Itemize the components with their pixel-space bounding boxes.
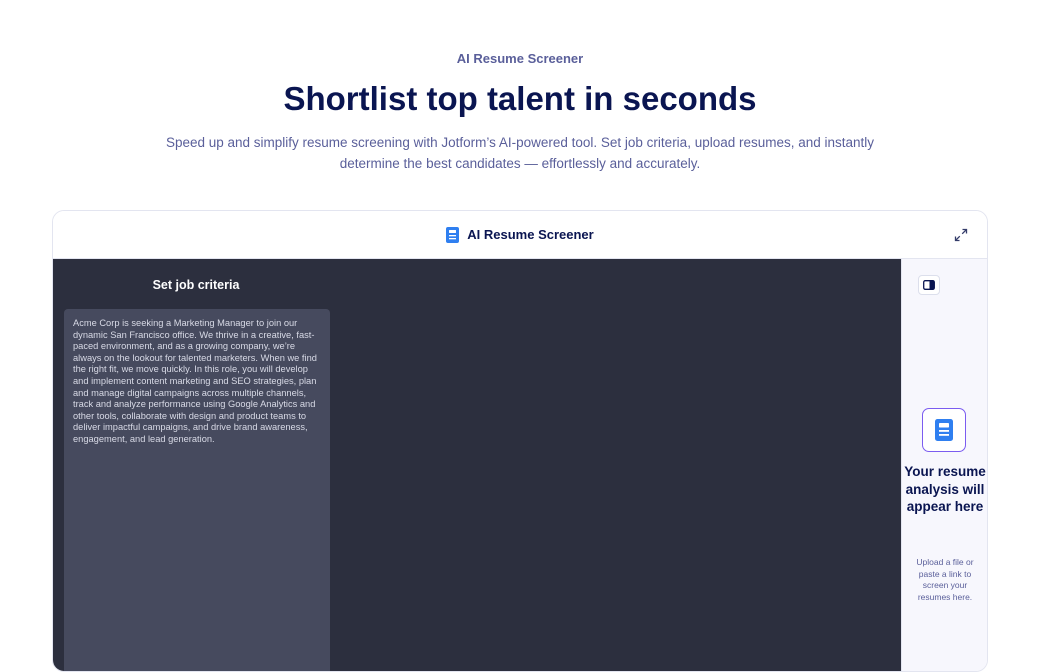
sidebar-toggle-icon	[923, 280, 935, 290]
criteria-label: Set job criteria	[152, 278, 240, 292]
screener-panel: AI Resume Screener Set job criteria Acme…	[52, 210, 988, 672]
result-panel: Your resume analysis will appear here Up…	[901, 259, 987, 671]
expand-button[interactable]	[953, 227, 969, 243]
resume-document-icon	[446, 226, 460, 243]
page-title: Shortlist top talent in seconds	[283, 80, 757, 117]
result-description: Upload a file or paste a link to screen …	[916, 557, 974, 602]
expand-icon	[954, 228, 968, 242]
page-subtitle: Speed up and simplify resume screening w…	[165, 135, 875, 171]
result-title: Your resume analysis will appear here	[904, 464, 986, 514]
eyebrow-label: AI Resume Screener	[456, 51, 584, 66]
panel-header: AI Resume Screener	[53, 211, 987, 259]
panel-title: AI Resume Screener	[467, 227, 594, 242]
result-placeholder-icon	[922, 408, 966, 452]
resume-document-icon	[935, 419, 953, 441]
job-criteria-textarea[interactable]: Acme Corp is seeking a Marketing Manager…	[64, 309, 330, 671]
sidebar-toggle-button[interactable]	[918, 275, 940, 295]
criteria-area: Set job criteria Acme Corp is seeking a …	[53, 259, 901, 671]
